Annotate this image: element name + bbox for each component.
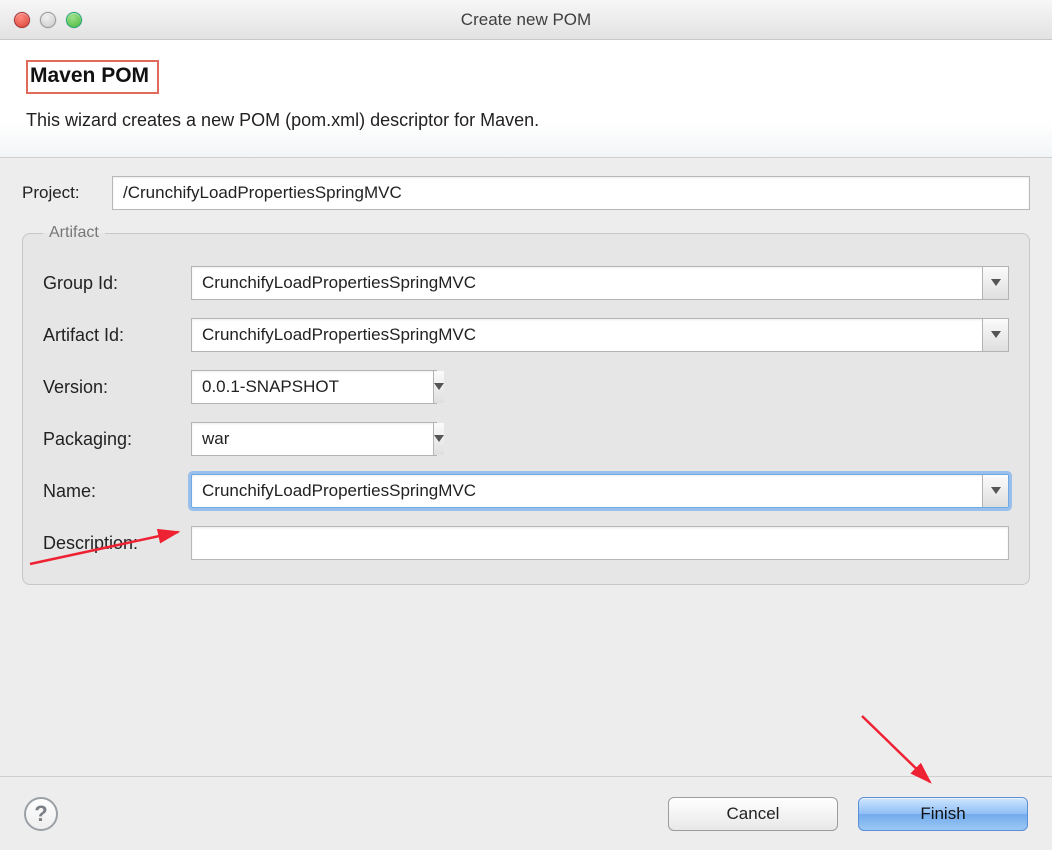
titlebar: Create new POM <box>0 0 1052 40</box>
group-id-dropdown-button[interactable] <box>982 267 1008 299</box>
artifact-id-dropdown-button[interactable] <box>982 319 1008 351</box>
wizard-footer: ? Cancel Finish <box>0 776 1052 850</box>
wizard-body: Project: Artifact Group Id: Artifact Id: <box>0 158 1052 595</box>
cancel-button[interactable]: Cancel <box>668 797 838 831</box>
wizard-header: Maven POM This wizard creates a new POM … <box>0 40 1052 158</box>
artifact-group: Artifact Group Id: Artifact Id: Version: <box>22 224 1030 585</box>
project-label: Project: <box>22 183 112 203</box>
name-input[interactable] <box>192 475 982 507</box>
artifact-id-label: Artifact Id: <box>43 325 191 346</box>
name-dropdown-button[interactable] <box>982 475 1008 507</box>
artifact-legend: Artifact <box>43 224 105 242</box>
minimize-window-button[interactable] <box>40 12 56 28</box>
group-id-label: Group Id: <box>43 273 191 294</box>
window-controls <box>0 12 82 28</box>
help-button[interactable]: ? <box>24 797 58 831</box>
wizard-title: Maven POM <box>30 64 149 88</box>
help-icon: ? <box>34 801 47 827</box>
artifact-id-input[interactable] <box>192 319 982 351</box>
group-id-input[interactable] <box>192 267 982 299</box>
annotation-highlight-box: Maven POM <box>26 60 159 94</box>
packaging-dropdown-button[interactable] <box>433 423 444 455</box>
chevron-down-icon <box>991 487 1001 495</box>
chevron-down-icon <box>991 331 1001 339</box>
zoom-window-button[interactable] <box>66 12 82 28</box>
description-input[interactable] <box>191 526 1009 560</box>
name-combo[interactable] <box>191 474 1009 508</box>
packaging-input[interactable] <box>192 423 433 455</box>
chevron-down-icon <box>434 383 444 391</box>
version-input[interactable] <box>192 371 433 403</box>
packaging-label: Packaging: <box>43 429 191 450</box>
close-window-button[interactable] <box>14 12 30 28</box>
group-id-combo[interactable] <box>191 266 1009 300</box>
version-combo[interactable] <box>191 370 437 404</box>
artifact-id-combo[interactable] <box>191 318 1009 352</box>
chevron-down-icon <box>434 435 444 443</box>
project-input[interactable] <box>112 176 1030 210</box>
version-label: Version: <box>43 377 191 398</box>
wizard-subtitle: This wizard creates a new POM (pom.xml) … <box>26 110 1026 131</box>
window-title: Create new POM <box>0 10 1052 30</box>
finish-button[interactable]: Finish <box>858 797 1028 831</box>
description-label: Description: <box>43 533 191 554</box>
version-dropdown-button[interactable] <box>433 371 444 403</box>
name-label: Name: <box>43 481 191 502</box>
packaging-combo[interactable] <box>191 422 437 456</box>
chevron-down-icon <box>991 279 1001 287</box>
